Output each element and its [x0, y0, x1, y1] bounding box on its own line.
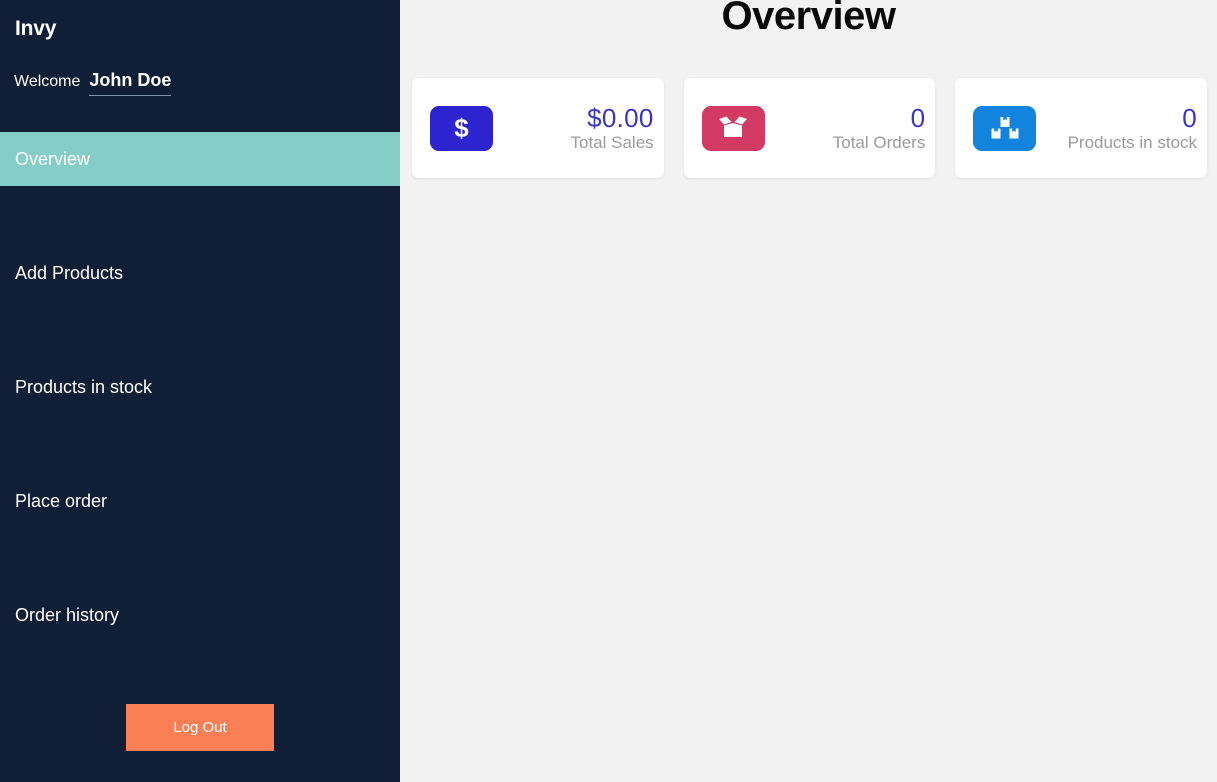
app-root: Invy Welcome John Doe Overview Add Produ… [0, 0, 1217, 782]
logout-container: Log Out [0, 703, 400, 752]
sidebar-item-add-products[interactable]: Add Products [0, 246, 400, 300]
dollar-sign-icon: $ [430, 105, 493, 151]
stat-card-label: Total Sales [570, 132, 654, 152]
boxes-stacked-icon [973, 105, 1037, 151]
svg-text:$: $ [454, 114, 469, 142]
sidebar-item-place-order[interactable]: Place order [0, 474, 400, 528]
stat-card-value: 0 [1182, 102, 1198, 133]
stat-card-value: 0 [910, 102, 926, 133]
stat-card-total-sales[interactable]: $ $0.00 Total Sales [412, 78, 664, 178]
welcome-row: Welcome John Doe [14, 70, 172, 96]
sidebar-item-label: Order history [15, 604, 120, 625]
main-content: Overview $ $0.00 Total Sales 0 Total Ord… [400, 0, 1217, 782]
box-open-icon [701, 105, 765, 151]
stat-card-label: Total Orders [832, 132, 926, 152]
welcome-label: Welcome [14, 73, 81, 90]
sidebar-item-label: Overview [15, 148, 91, 169]
stat-card-text: 0 Products in stock [1068, 104, 1197, 152]
sidebar-item-label: Place order [15, 490, 108, 511]
sidebar-item-order-history[interactable]: Order history [0, 588, 400, 642]
logout-button[interactable]: Log Out [125, 703, 275, 752]
stat-card-products-in-stock[interactable]: 0 Products in stock [955, 78, 1208, 178]
sidebar-item-label: Products in stock [15, 376, 153, 397]
page-title: Overview [721, 0, 896, 38]
sidebar-item-overview[interactable]: Overview [0, 132, 400, 186]
sidebar-item-label: Add Products [15, 262, 124, 283]
stat-card-text: $0.00 Total Sales [571, 104, 654, 152]
stat-cards: $ $0.00 Total Sales 0 Total Orders 0 Pro… [412, 78, 1208, 178]
sidebar-nav: Overview Add Products Products in stock … [0, 132, 400, 642]
stat-card-total-orders[interactable]: 0 Total Orders [683, 78, 936, 178]
stat-card-text: 0 Total Orders [833, 104, 926, 152]
sidebar: Invy Welcome John Doe Overview Add Produ… [0, 0, 400, 782]
stat-card-value: $0.00 [587, 102, 654, 133]
sidebar-item-products-in-stock[interactable]: Products in stock [0, 360, 400, 414]
brand-logo: Invy [15, 17, 57, 40]
stat-card-label: Products in stock [1067, 132, 1198, 152]
user-name: John Doe [89, 70, 172, 96]
